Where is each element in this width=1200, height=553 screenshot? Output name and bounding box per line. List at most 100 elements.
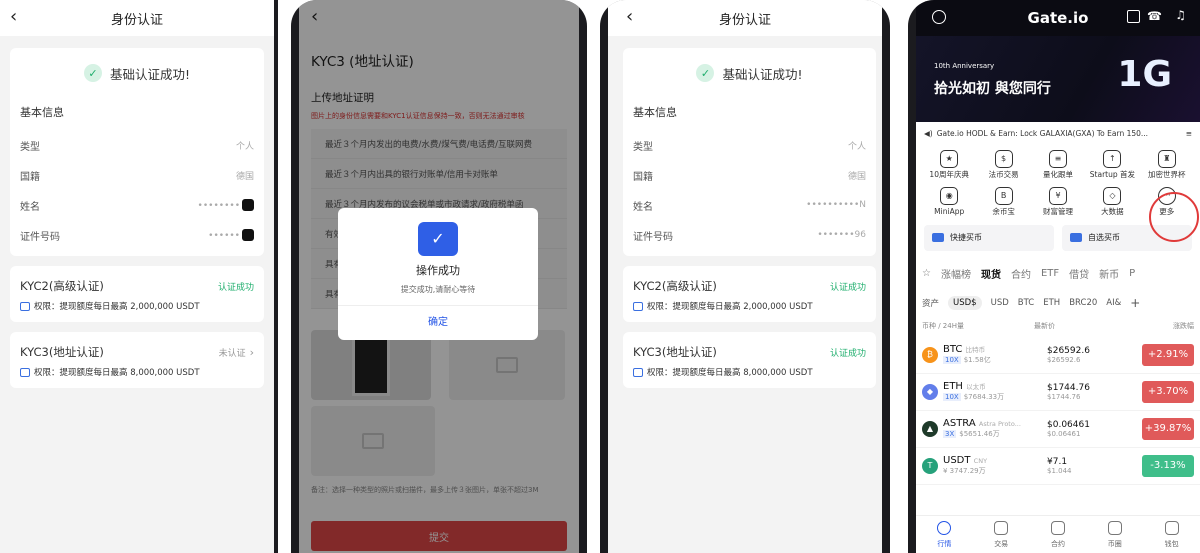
subtab-eth[interactable]: ETH: [1043, 298, 1060, 308]
tab-contract[interactable]: 合约: [1030, 516, 1087, 553]
row-label: 姓名: [20, 201, 40, 213]
subtab-usds[interactable]: USD$: [948, 295, 982, 310]
row-label: 国籍: [20, 171, 40, 183]
success-text: 基础认证成功!: [722, 66, 803, 82]
coin-row[interactable]: ₿ BTC 比特币 10X $1.58亿 $26592.6 $26592.6 +2.91%: [916, 337, 1200, 374]
banner[interactable]: 10th Anniversary 拾光如初 與您同行 1G: [916, 36, 1200, 122]
page-title: 身份认证: [110, 12, 163, 28]
tab-spot[interactable]: 现货: [981, 266, 1001, 281]
kyc2-card[interactable]: KYC2(高级认证) 认证成功 权限：提现额度每日最高 2,000,000 USD…: [10, 266, 264, 322]
support-icon[interactable]: ☎: [1147, 9, 1162, 23]
menu-icon[interactable]: ≡: [1186, 129, 1192, 138]
tab-wallet[interactable]: 钱包: [1143, 516, 1200, 553]
grid-item[interactable]: B 余币宝: [976, 185, 1030, 216]
grid-item[interactable]: ★ 10周年庆典: [922, 148, 976, 179]
speaker-icon: ◀): [924, 128, 933, 138]
basic-info-card: ✓ 基础认证成功! 基本信息 类型 个人 国籍 德国 姓名 •••••••• 证件号码…: [10, 48, 264, 256]
scan-icon[interactable]: [1127, 10, 1140, 23]
header-price[interactable]: 最新价: [1034, 321, 1173, 331]
tab-etf[interactable]: ETF: [1041, 268, 1059, 279]
coin-row[interactable]: ▲ ASTRA Astra Proto... 3X $5651.46万 $0.06461…: [916, 411, 1200, 448]
grid-item[interactable]: ◉ MiniApp: [922, 185, 976, 216]
coin-symbol: ASTRA: [943, 418, 976, 429]
subtab-brc20[interactable]: BRC20: [1069, 298, 1097, 308]
row-value: 德国: [847, 171, 866, 182]
subtab-assets[interactable]: 资产: [922, 297, 939, 309]
kyc2-card[interactable]: KYC2(高级认证) 认证成功 权限：提现额度每日最高 2,000,000 USD…: [623, 266, 876, 322]
tab-futures[interactable]: 合约: [1011, 266, 1031, 281]
row-label: 证件号码: [633, 231, 673, 243]
quick-buy-button[interactable]: 快捷买币: [924, 224, 1054, 251]
tab-circle[interactable]: 币圈: [1086, 516, 1143, 553]
market-tabs: ☆ 涨幅榜 现货 合约 ETF 借贷 新币 P: [916, 261, 1200, 287]
change-badge[interactable]: +3.70%: [1142, 380, 1194, 403]
back-arrow-icon[interactable]: ‹: [10, 6, 17, 27]
coin-symbol: ETH: [943, 381, 963, 392]
success-illustration-icon: ✓: [418, 222, 458, 256]
coin-icon: B: [994, 187, 1013, 206]
grid-label: 余币宝: [992, 207, 1015, 217]
profile-icon[interactable]: [932, 10, 946, 24]
back-arrow-icon[interactable]: ‹: [626, 6, 633, 27]
coin-volume: $5651.46万: [959, 430, 1000, 438]
banner-anniversary: 10th Anniversary: [934, 62, 995, 70]
grid-item[interactable]: ¥ 财富管理: [1031, 185, 1085, 216]
tab-lending[interactable]: 借贷: [1069, 266, 1089, 281]
grid-item[interactable]: ↑ Startup 首发: [1085, 148, 1139, 179]
add-icon[interactable]: +: [1130, 296, 1140, 310]
phone-3-screen: ‹ 身份认证 ✓ 基础认证成功! 基本信息 类型 个人 国籍 德国 姓名 ••••••…: [608, 0, 882, 553]
change-badge[interactable]: -3.13%: [1142, 454, 1194, 477]
coin-price: $0.06461: [1047, 419, 1090, 430]
kyc3-title: KYC3(地址认证): [20, 345, 104, 359]
tab-more[interactable]: P: [1129, 268, 1135, 279]
grid-item[interactable]: ♜ 加密世界杯: [1140, 148, 1194, 179]
coin-row[interactable]: ◆ ETH 以太币 10X $7684.33万 $1744.76 $1744.76 +3.7…: [916, 374, 1200, 411]
coin-icon: ◆: [922, 383, 938, 400]
grid-item[interactable]: $ 法币交易: [976, 148, 1030, 179]
redaction-mask: [242, 199, 254, 211]
chart-icon: ≡: [1048, 150, 1067, 168]
kyc3-title: KYC3(地址认证): [633, 345, 717, 359]
grid-label: 法币交易: [988, 170, 1019, 179]
change-badge[interactable]: +2.91%: [1142, 343, 1194, 366]
kyc3-limit: 权限：提现额度每日最高 8,000,000 USDT: [34, 368, 200, 378]
leverage-badge: 10X: [943, 393, 961, 401]
coin-row[interactable]: T USDT CNY ¥ 3747.29万 ¥7.1 $1.044 -3.13%: [916, 448, 1200, 485]
change-badge[interactable]: +39.87%: [1142, 417, 1194, 440]
banner-logo: 1G: [1117, 54, 1172, 95]
check-icon: ✓: [83, 64, 102, 82]
subtab-ai[interactable]: AI&: [1106, 298, 1121, 308]
tab-gainers[interactable]: 涨幅榜: [941, 266, 971, 281]
kyc3-card[interactable]: KYC3(地址认证) 认证成功 权限：提现额度每日最高 8,000,000 USD…: [623, 332, 876, 388]
grid-label: 财富管理: [1042, 207, 1073, 217]
subtab-usd[interactable]: USD: [991, 298, 1009, 308]
tab-new[interactable]: 新币: [1099, 266, 1119, 281]
contract-icon: [1050, 521, 1065, 535]
grid-item[interactable]: ≡ 量化跟单: [1031, 148, 1085, 179]
star-icon[interactable]: ☆: [922, 268, 931, 279]
phone-2-screen: ‹ KYC3 (地址认证) 上传地址证明 图片上的身份信息需要和KYC1认证信息…: [299, 0, 579, 553]
kyc3-card[interactable]: KYC3(地址认证) 未认证 › 权限：提现额度每日最高 8,000,000 USD…: [10, 332, 264, 388]
subtab-btc[interactable]: BTC: [1018, 298, 1034, 308]
tab-markets[interactable]: 行情: [916, 516, 973, 553]
coin-list: ₿ BTC 比特币 10X $1.58亿 $26592.6 $26592.6 +2.91% ◆…: [916, 337, 1200, 485]
wealth-icon: ¥: [1048, 187, 1067, 206]
coin-symbol: USDT: [943, 455, 971, 466]
info-row-name: 姓名 ••••••••: [20, 190, 254, 220]
phone-frame-1: ‹ 身份认证 ✓ 基础认证成功! 基本信息 类型 个人 国籍 德国 姓名 ••••••…: [0, 0, 278, 553]
tab-label: 钱包: [1164, 540, 1179, 548]
coin-fullname: CNY: [973, 457, 988, 465]
limit-icon: [633, 367, 643, 377]
header-coin[interactable]: 币种 / 24H量: [922, 321, 1034, 331]
bell-icon[interactable]: ♫: [1175, 8, 1186, 22]
announcement-bar[interactable]: ◀) Gate.io HODL & Earn: Lock GALAXIA(GXA…: [916, 122, 1200, 144]
kyc2-status: 认证成功: [217, 282, 254, 293]
tab-trade[interactable]: 交易: [973, 516, 1030, 553]
coin-fullname: 以太币: [966, 383, 986, 391]
confirm-button[interactable]: 确定: [338, 306, 538, 328]
kyc3-limit: 权限：提现额度每日最高 8,000,000 USDT: [647, 368, 813, 378]
grid-item[interactable]: ◇ 大数据: [1085, 185, 1139, 216]
header-change[interactable]: 涨跌幅: [1173, 321, 1194, 331]
phone-frame-3: ‹ 身份认证 ✓ 基础认证成功! 基本信息 类型 个人 国籍 德国 姓名 ••••••…: [600, 0, 890, 553]
coin-icon: ▲: [922, 420, 938, 437]
